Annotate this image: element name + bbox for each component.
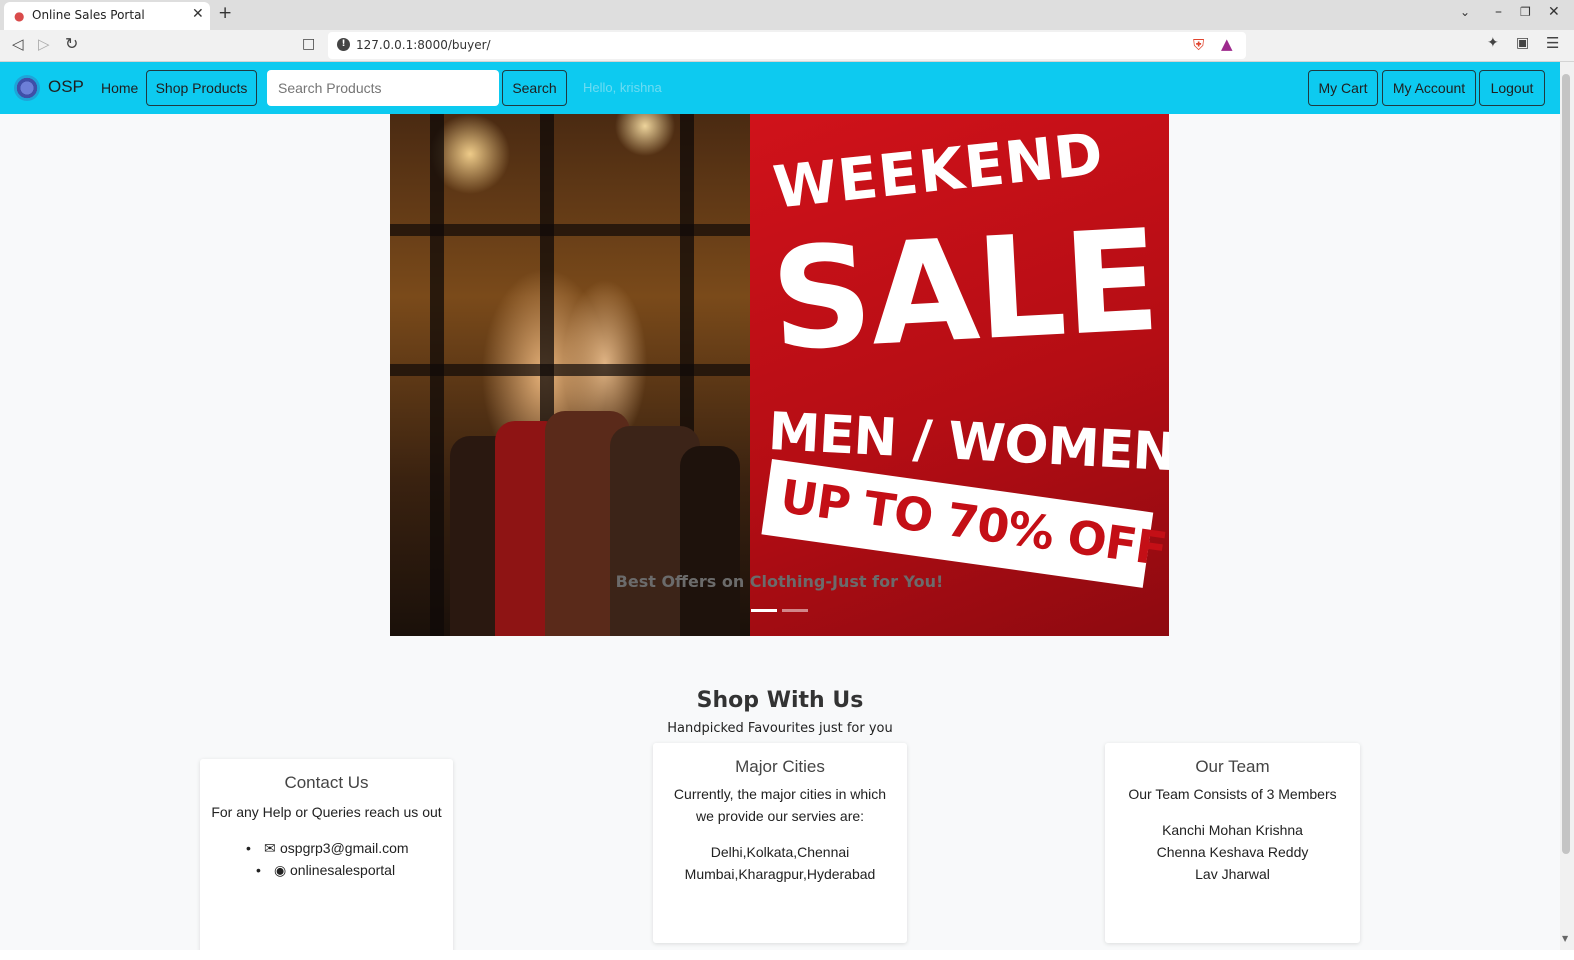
url-text[interactable]: 127.0.0.1:8000/buyer/ <box>356 38 491 52</box>
facebook-icon: ◉ <box>274 862 287 878</box>
contact-email[interactable]: ospgrp3@gmail.com <box>280 840 409 856</box>
team-member: Lav Jharwal <box>1195 866 1270 882</box>
contact-facebook[interactable]: onlinesalesportal <box>290 862 395 878</box>
team-member: Chenna Keshava Reddy <box>1156 844 1309 860</box>
tab-title: Online Sales Portal <box>32 8 145 22</box>
my-account-button[interactable]: My Account <box>1382 70 1476 106</box>
sale-sign: WEEKEND SALE MEN / WOMEN UP TO 70% OFF <box>750 114 1169 636</box>
contact-text: For any Help or Queries reach us out <box>211 804 442 820</box>
team-member: Kanchi Mohan Krishna <box>1162 822 1303 838</box>
minimize-window-icon[interactable]: – <box>1495 4 1502 20</box>
browser-tab-strip: ● Online Sales Portal ✕ + ⌄ – ❐ ✕ <box>0 0 1574 30</box>
nav-home-link[interactable]: Home <box>101 80 138 96</box>
site-info-icon[interactable]: ! <box>337 38 350 51</box>
address-bar[interactable]: ! 127.0.0.1:8000/buyer/ ⛨ ▲ <box>328 32 1246 59</box>
forward-icon[interactable]: ▷ <box>38 35 50 53</box>
browser-menu-icon[interactable]: ☰ <box>1546 34 1559 52</box>
carousel-indicator-2[interactable] <box>782 609 808 612</box>
scroll-down-icon[interactable]: ▼ <box>1562 934 1568 943</box>
hero-carousel[interactable]: WEEKEND SALE MEN / WOMEN UP TO 70% OFF B… <box>390 114 1169 636</box>
new-tab-icon[interactable]: + <box>218 3 232 23</box>
envelope-icon: ✉ <box>264 840 276 856</box>
carousel-caption: Best Offers on Clothing-Just for You! <box>615 572 944 591</box>
window-frame <box>390 224 752 236</box>
contact-title: Contact Us <box>284 773 369 792</box>
cities-text-line1: Currently, the major cities in which <box>673 786 887 802</box>
team-title: Our Team <box>1195 757 1270 776</box>
globe-logo-icon[interactable] <box>14 75 40 101</box>
window-frame <box>390 364 752 376</box>
store-window-photo <box>390 114 752 636</box>
search-button[interactable]: Search <box>502 70 567 106</box>
cities-card: Major Cities Currently, the major cities… <box>653 743 907 943</box>
close-window-icon[interactable]: ✕ <box>1548 4 1560 20</box>
shop-products-button[interactable]: Shop Products <box>146 70 257 106</box>
site-favicon-icon: ● <box>14 9 25 23</box>
team-text: Our Team Consists of 3 Members <box>1128 786 1337 802</box>
contact-list: ✉ospgrp3@gmail.com ◉onlinesalesportal <box>246 837 453 881</box>
wallet-icon[interactable]: ▣ <box>1516 35 1529 51</box>
browser-tab[interactable]: ● Online Sales Portal ✕ <box>4 2 210 30</box>
bookmark-icon[interactable]: □ <box>302 36 315 52</box>
back-icon[interactable]: ◁ <box>12 35 24 53</box>
section-subtitle: Handpicked Favourites just for you <box>667 721 893 736</box>
sign-offer: UP TO 70% OFF <box>777 468 1169 577</box>
close-tab-icon[interactable]: ✕ <box>192 6 204 22</box>
extensions-icon[interactable]: ✦ <box>1487 35 1499 51</box>
brand-name[interactable]: OSP <box>48 77 84 97</box>
page-viewport: OSP Home Shop Products Search Hello, kri… <box>0 62 1560 950</box>
brave-shield-icon[interactable]: ⛨ <box>1193 36 1204 54</box>
browser-toolbar: ◁ ▷ ↻ □ ! 127.0.0.1:8000/buyer/ ⛨ ▲ ✦ ▣ … <box>0 30 1574 62</box>
cities-list-line2: Mumbai,Kharagpur,Hyderabad <box>684 866 876 882</box>
team-card: Our Team Our Team Consists of 3 Members … <box>1105 743 1360 943</box>
contact-card: Contact Us For any Help or Queries reach… <box>200 759 453 950</box>
carousel-indicator-1[interactable] <box>751 609 777 612</box>
logout-button[interactable]: Logout <box>1479 70 1545 106</box>
restore-window-icon[interactable]: ❐ <box>1520 5 1531 19</box>
contact-facebook-item[interactable]: ◉onlinesalesportal <box>256 859 453 881</box>
section-title: Shop With Us <box>696 688 864 713</box>
coat <box>680 446 740 636</box>
search-input[interactable] <box>267 70 499 106</box>
sign-sale: SALE <box>767 199 1162 383</box>
cities-text-line2: we provide our servies are: <box>695 808 865 824</box>
user-greeting: Hello, krishna <box>583 80 662 95</box>
site-navbar: OSP Home Shop Products Search Hello, kri… <box>0 62 1560 114</box>
window-bottom-edge <box>0 950 1574 960</box>
tab-list-chevron-icon[interactable]: ⌄ <box>1460 5 1470 19</box>
cities-title: Major Cities <box>735 757 825 776</box>
clothing-rack <box>440 404 740 636</box>
reload-icon[interactable]: ↻ <box>65 34 78 53</box>
contact-email-item[interactable]: ✉ospgrp3@gmail.com <box>246 837 453 859</box>
page-scrollbar[interactable]: ▼ <box>1560 62 1574 950</box>
cities-list-line1: Delhi,Kolkata,Chennai <box>710 844 850 860</box>
brave-rewards-icon[interactable]: ▲ <box>1221 35 1233 53</box>
scrollbar-thumb[interactable] <box>1562 74 1570 854</box>
my-cart-button[interactable]: My Cart <box>1308 70 1378 106</box>
